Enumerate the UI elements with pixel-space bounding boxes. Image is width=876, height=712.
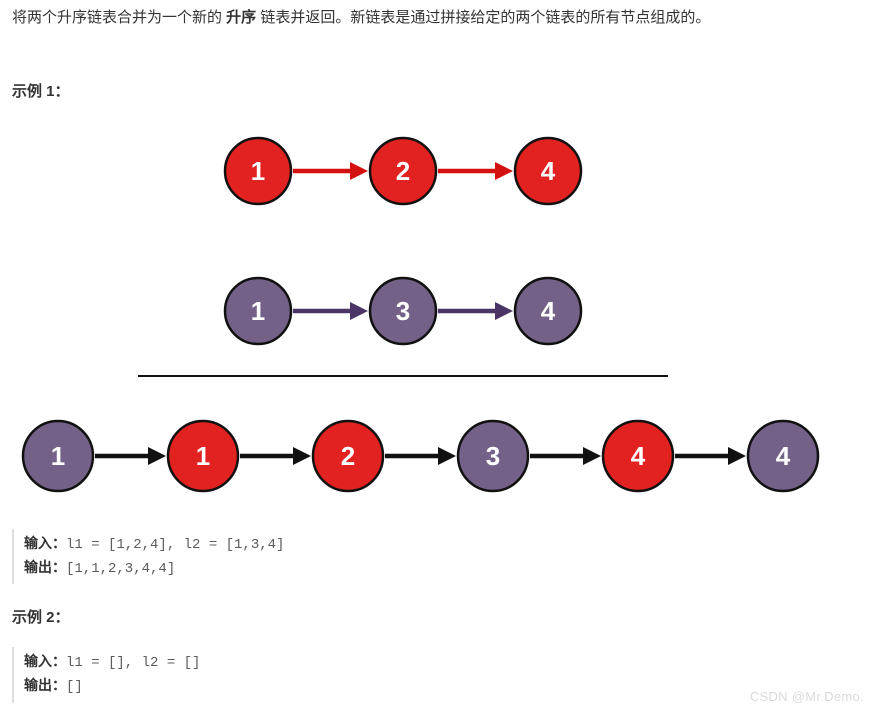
watermark: CSDN @Mr.Demo. [750, 689, 864, 704]
input-label: 输入： [24, 653, 66, 669]
arrow [95, 447, 166, 465]
example2-input: 输入：l1 = [], l2 = [] [24, 651, 864, 675]
list-node: 3 [370, 278, 436, 344]
svg-text:3: 3 [486, 441, 500, 471]
list-node: 1 [23, 421, 93, 491]
example1-io: 输入：l1 = [1,2,4], l2 = [1,3,4] 输出：[1,1,2,… [12, 529, 864, 584]
arrow [385, 447, 456, 465]
arrow [293, 302, 368, 320]
output-code: [1,1,2,3,4,4] [66, 561, 175, 577]
list-node: 1 [168, 421, 238, 491]
intro-post: 链表并返回。新链表是通过拼接给定的两个链表的所有节点组成的。 [256, 9, 710, 26]
example1-heading: 示例 1： [12, 80, 864, 101]
list-node: 3 [458, 421, 528, 491]
svg-text:4: 4 [776, 441, 791, 471]
example2-output: 输出：[] [24, 675, 864, 699]
arrow [675, 447, 746, 465]
arrow [438, 302, 513, 320]
arrow [438, 162, 513, 180]
list-node: 4 [603, 421, 673, 491]
svg-text:3: 3 [396, 296, 410, 326]
svg-text:2: 2 [341, 441, 355, 471]
example2-io: 输入：l1 = [], l2 = [] 输出：[] [12, 647, 864, 702]
arrow [293, 162, 368, 180]
arrow [530, 447, 601, 465]
input-code: l1 = [1,2,4], l2 = [1,3,4] [66, 537, 284, 553]
svg-text:4: 4 [541, 156, 556, 186]
merge-diagram: 1 2 4 1 3 4 1 1 2 3 4 4 [13, 121, 863, 511]
svg-text:2: 2 [396, 156, 410, 186]
list-node: 1 [225, 278, 291, 344]
svg-text:4: 4 [631, 441, 646, 471]
example1-output: 输出：[1,1,2,3,4,4] [24, 557, 864, 581]
output-code: [] [66, 679, 83, 695]
list-node: 4 [748, 421, 818, 491]
input-code: l1 = [], l2 = [] [66, 655, 200, 671]
svg-text:1: 1 [251, 156, 265, 186]
example2-heading: 示例 2： [12, 606, 864, 627]
svg-text:4: 4 [541, 296, 556, 326]
arrow [240, 447, 311, 465]
example1-input: 输入：l1 = [1,2,4], l2 = [1,3,4] [24, 533, 864, 557]
list-node: 2 [370, 138, 436, 204]
svg-text:1: 1 [51, 441, 65, 471]
intro-pre: 将两个升序链表合并为一个新的 [12, 9, 226, 26]
list-node: 4 [515, 138, 581, 204]
list-node: 1 [225, 138, 291, 204]
list-node: 4 [515, 278, 581, 344]
output-label: 输出： [24, 559, 66, 575]
example1-diagram: 1 2 4 1 3 4 1 1 2 3 4 4 [12, 121, 864, 511]
input-label: 输入： [24, 535, 66, 551]
intro-bold: 升序 [226, 9, 256, 26]
svg-text:1: 1 [251, 296, 265, 326]
list-node: 2 [313, 421, 383, 491]
svg-text:1: 1 [196, 441, 210, 471]
problem-intro: 将两个升序链表合并为一个新的 升序 链表并返回。新链表是通过拼接给定的两个链表的… [12, 6, 864, 30]
output-label: 输出： [24, 677, 66, 693]
